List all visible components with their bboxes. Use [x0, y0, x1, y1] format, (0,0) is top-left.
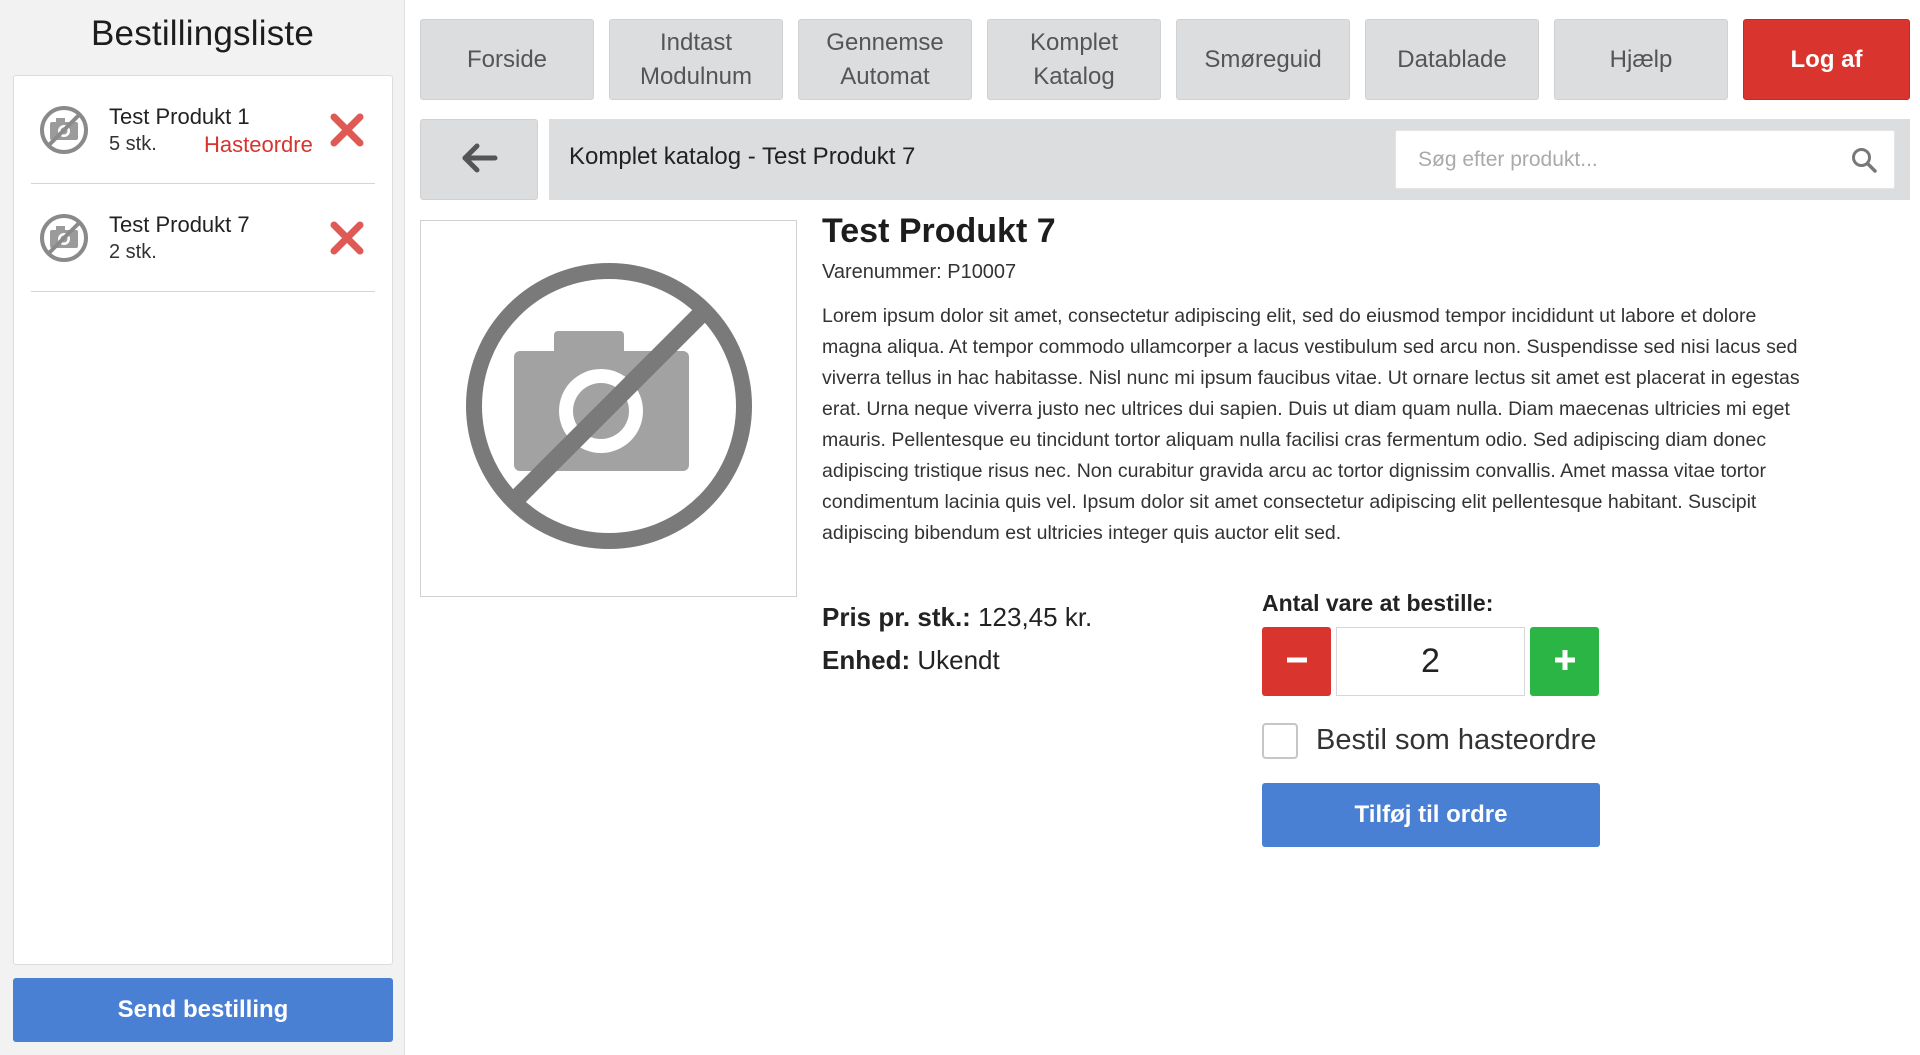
- search-box: [1395, 130, 1895, 189]
- no-photo-icon: [39, 105, 89, 155]
- quantity-input[interactable]: [1336, 627, 1525, 696]
- price-row: Pris pr. stk.: 123,45 kr.: [822, 602, 1092, 633]
- plus-icon: [1554, 649, 1576, 674]
- quantity-label: Antal vare at bestille:: [1262, 590, 1494, 616]
- nav-komplet-katalog[interactable]: Komplet Katalog: [987, 19, 1161, 100]
- minus-icon: [1286, 649, 1308, 674]
- nav-hjaelp[interactable]: Hjælp: [1554, 19, 1728, 100]
- add-to-order-button[interactable]: Tilføj til ordre: [1262, 783, 1600, 847]
- arrow-left-icon: [459, 142, 499, 177]
- app: Bestillingsliste Test Produkt 1 5 stk. H…: [0, 0, 1920, 1055]
- order-item-qty: 5 stk.: [109, 133, 157, 155]
- breadcrumb-title: Komplet katalog - Test Produkt 7: [569, 143, 916, 170]
- top-nav: Forside Indtast Modulnum Gennemse Automa…: [420, 19, 1910, 100]
- remove-item-icon[interactable]: [329, 112, 365, 148]
- rush-order-badge: Hasteordre: [204, 132, 313, 157]
- decrease-quantity-button[interactable]: [1262, 627, 1331, 696]
- nav-forside[interactable]: Forside: [420, 19, 594, 100]
- price-value: 123,45 kr.: [978, 602, 1093, 632]
- order-item-qty: 2 stk.: [109, 241, 157, 263]
- unit-row: Enhed: Ukendt: [822, 645, 1000, 676]
- no-photo-icon: [39, 213, 89, 263]
- product-sku: Varenummer: P10007: [822, 261, 1017, 283]
- rush-order-label[interactable]: Bestil som hasteordre: [1316, 724, 1596, 757]
- order-list: Test Produkt 1 5 stk. Hasteordre Test Pr…: [13, 75, 393, 965]
- order-item-name: Test Produkt 1: [109, 104, 250, 129]
- increase-quantity-button[interactable]: [1530, 627, 1599, 696]
- nav-smoereguide[interactable]: Smøreguid: [1176, 19, 1350, 100]
- product-description: Lorem ipsum dolor sit amet, consectetur …: [822, 305, 1800, 544]
- no-photo-icon: [459, 256, 759, 561]
- order-sidebar: Bestillingsliste Test Produkt 1 5 stk. H…: [0, 0, 405, 1055]
- sidebar-title: Bestillingsliste: [90, 14, 314, 53]
- search-icon[interactable]: [1850, 146, 1878, 174]
- search-input[interactable]: [1396, 131, 1836, 188]
- product-title: Test Produkt 7: [822, 212, 1056, 250]
- unit-label: Enhed:: [822, 645, 911, 675]
- nav-datablade[interactable]: Datablade: [1365, 19, 1539, 100]
- order-list-item: Test Produkt 1 5 stk. Hasteordre: [31, 76, 375, 184]
- unit-value: Ukendt: [917, 645, 1000, 675]
- breadcrumb: Komplet katalog - Test Produkt 7: [549, 119, 1910, 200]
- order-list-item: Test Produkt 7 2 stk.: [31, 184, 375, 292]
- remove-item-icon[interactable]: [329, 220, 365, 256]
- nav-indtast-modulnummer[interactable]: Indtast Modulnum: [609, 19, 783, 100]
- logout-button[interactable]: Log af: [1743, 19, 1910, 100]
- price-label: Pris pr. stk.:: [822, 602, 971, 632]
- rush-order-checkbox[interactable]: [1262, 723, 1298, 759]
- order-item-name: Test Produkt 7: [109, 212, 250, 237]
- send-order-button[interactable]: Send bestilling: [13, 978, 393, 1042]
- product-image: [420, 220, 797, 597]
- nav-gennemse-automat[interactable]: Gennemse Automat: [798, 19, 972, 100]
- back-button[interactable]: [420, 119, 538, 200]
